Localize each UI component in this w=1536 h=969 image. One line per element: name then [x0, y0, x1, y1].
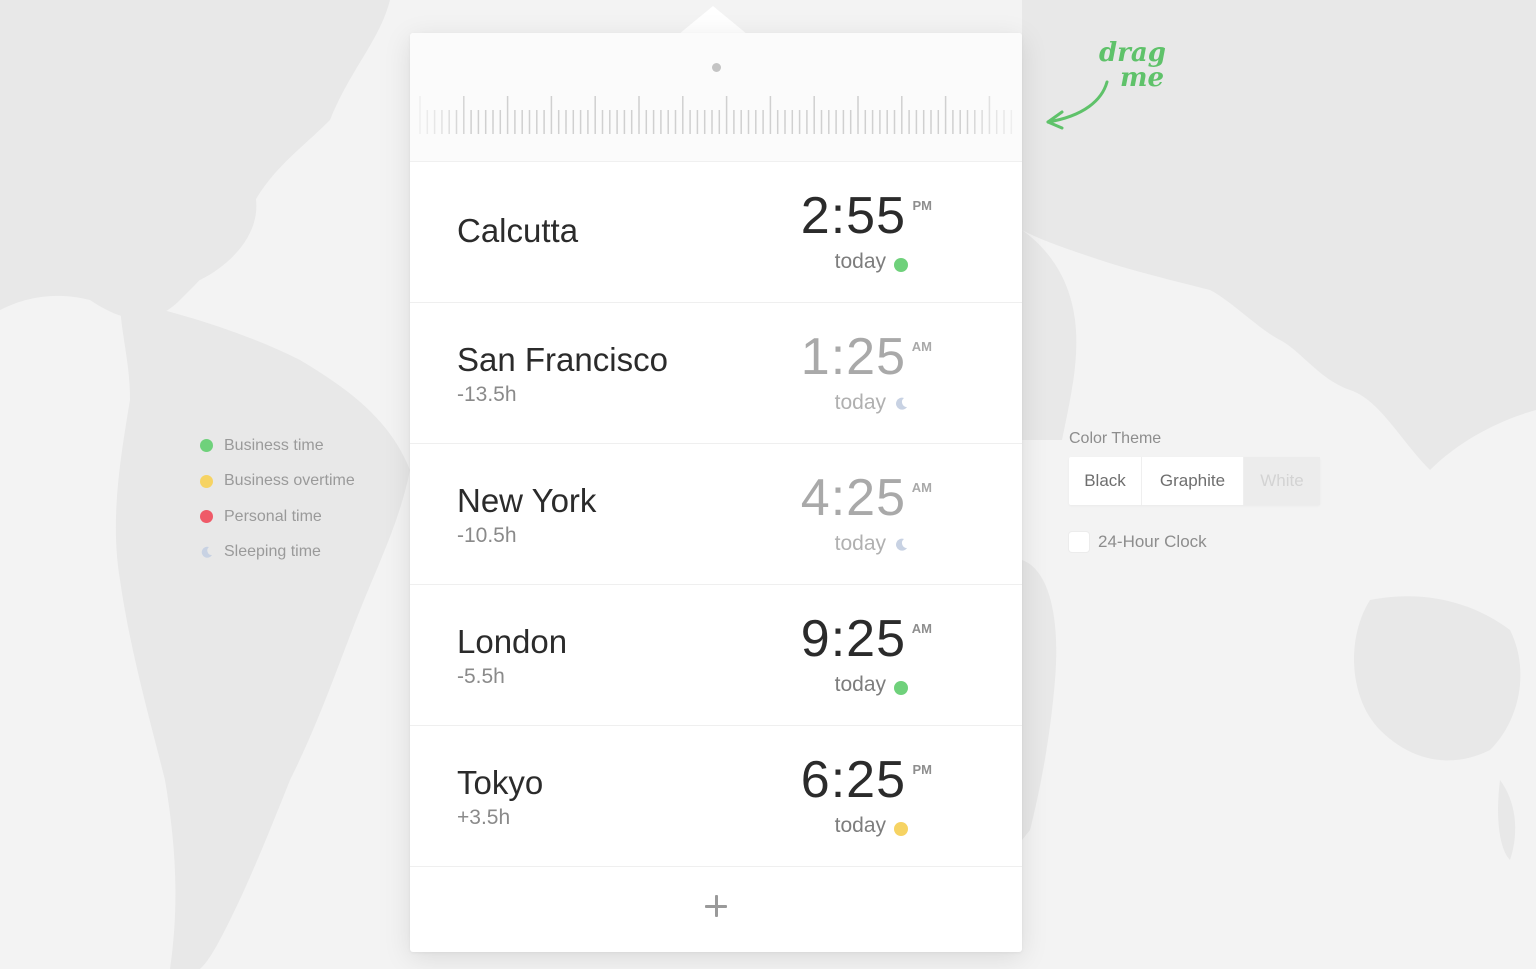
color-theme-title: Color Theme [1069, 430, 1162, 447]
city-name: Calcutta [457, 212, 579, 249]
personal-dot-icon [200, 510, 213, 524]
24-hour-clock-toggle[interactable]: 24-Hour Clock [1069, 532, 1320, 552]
app-page: Business time Business overtime Personal… [0, 0, 1536, 969]
time-display: 6:25 PM today [778, 754, 978, 844]
legend-label: Personal time [224, 507, 322, 525]
city-name: New York [457, 482, 597, 519]
time-value: 1:25 [800, 328, 906, 386]
drag-me-hint: drag me [1040, 38, 1180, 130]
time-value: 4:25 [800, 469, 906, 527]
moon-icon [896, 538, 907, 551]
day-label: today [834, 814, 886, 837]
time-ruler[interactable] [410, 33, 1022, 161]
time-display: 9:25 AM today [778, 613, 978, 703]
day-label: today [834, 532, 886, 555]
city-name: London [457, 623, 568, 660]
city-row-new-york[interactable]: New York -10.5h 4:25 AM today [410, 444, 1022, 585]
city-row-tokyo[interactable]: Tokyo +3.5h 6:25 PM today [410, 726, 1022, 867]
legend-item-personal-time: Personal time [200, 499, 355, 535]
time-display: 4:25 AM today [778, 472, 978, 562]
city-name: San Francisco [457, 341, 668, 378]
overtime-status-icon [894, 822, 908, 836]
legend-label: Business overtime [224, 472, 355, 490]
day-label: today [834, 673, 886, 696]
moon-icon [896, 397, 907, 410]
24-hour-clock-checkbox[interactable] [1069, 532, 1089, 552]
scrubber-indicator-dot [712, 63, 721, 72]
24-hour-clock-label: 24-Hour Clock [1098, 532, 1207, 551]
legend-item-business-time: Business time [200, 428, 355, 464]
legend-item-business-overtime: Business overtime [200, 464, 355, 500]
world-clock-panel: Calcutta 2:55 PM today San Francisco -13… [410, 33, 1022, 952]
ampm-label: PM [912, 198, 933, 213]
city-offset: -13.5h [457, 383, 517, 406]
city-offset: +3.5h [457, 806, 511, 829]
ampm-label: AM [911, 621, 932, 636]
city-row-london[interactable]: London -5.5h 9:25 AM today [410, 585, 1022, 726]
ampm-label: AM [911, 339, 932, 354]
moon-icon [200, 546, 213, 559]
legend-item-sleeping-time: Sleeping time [200, 535, 355, 571]
city-offset: -5.5h [457, 665, 505, 688]
theme-black-button[interactable]: Black [1069, 457, 1142, 505]
curved-arrow-icon [1046, 80, 1109, 130]
legend-label: Sleeping time [224, 543, 321, 561]
time-display: 1:25 AM today [778, 331, 978, 421]
day-label: today [834, 391, 886, 414]
time-value: 2:55 [800, 187, 906, 245]
add-city-row [410, 867, 1022, 949]
settings-panel: Color Theme Black Graphite White 24-Hour… [1069, 430, 1320, 552]
overtime-dot-icon [200, 474, 213, 488]
city-row-san-francisco[interactable]: San Francisco -13.5h 1:25 AM today [410, 303, 1022, 444]
city-row-calcutta[interactable]: Calcutta 2:55 PM today [410, 162, 1022, 303]
theme-white-button[interactable]: White [1244, 457, 1320, 505]
city-name: Tokyo [457, 764, 544, 801]
time-value: 6:25 [800, 751, 906, 809]
ampm-label: PM [912, 762, 933, 777]
business-status-icon [894, 681, 908, 695]
time-legend: Business time Business overtime Personal… [200, 428, 355, 570]
theme-selector: Black Graphite White [1069, 457, 1320, 505]
plus-icon[interactable] [703, 893, 729, 919]
time-display: 2:55 PM today [778, 190, 978, 280]
theme-graphite-button[interactable]: Graphite [1142, 457, 1244, 505]
business-dot-icon [200, 439, 213, 453]
city-offset: -10.5h [457, 524, 517, 547]
time-value: 9:25 [800, 610, 906, 668]
legend-label: Business time [224, 436, 324, 454]
day-label: today [834, 250, 886, 273]
time-scrubber[interactable] [410, 33, 1022, 162]
ampm-label: AM [911, 480, 932, 495]
panel-pointer [679, 6, 747, 34]
business-status-icon [894, 258, 908, 272]
